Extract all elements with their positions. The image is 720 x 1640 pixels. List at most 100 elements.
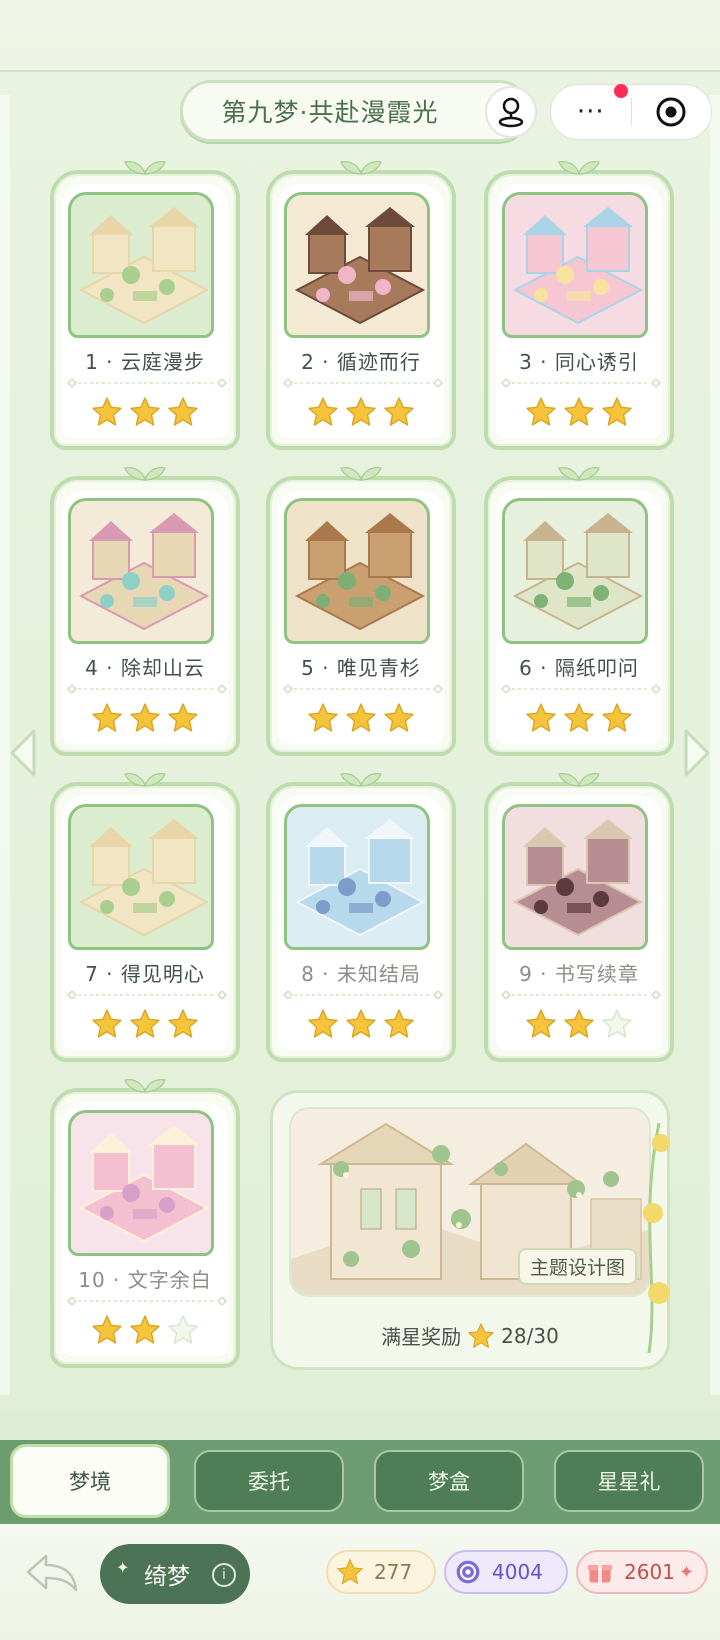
reward-progress: 满星奖励 28/30 [273,1321,667,1350]
star-rating [54,702,236,734]
level-card[interactable]: 3 · 同心诱引 [484,161,674,450]
reward-count: 28/30 [501,1323,559,1348]
person-icon[interactable] [485,86,537,138]
level-card[interactable]: 10 · 文字余白 [50,1079,240,1368]
level-title: 4 · 除却山云 [85,656,205,680]
star-filled-icon [384,397,414,426]
miniprogram-capsule: ··· [550,84,712,140]
star-rating [488,396,670,428]
star-rating [488,702,670,734]
star-filled-icon [602,703,632,732]
level-title: 9 · 书写续章 [519,962,639,986]
level-card[interactable]: 5 · 唯见青杉 [266,467,456,756]
star-filled-icon [308,1009,338,1038]
star-filled-icon [602,397,632,426]
design-tag: 主题设计图 [517,1248,637,1285]
level-thumbnail [284,804,430,950]
gem-currency-value: 4004 [492,1560,543,1584]
tab-star-gift[interactable]: 星星礼 [554,1450,704,1512]
divider-line [501,685,661,693]
leaf-ornament-icon [124,161,166,175]
divider-line [67,1297,227,1305]
level-card[interactable]: 8 · 未知结局 [266,773,456,1062]
next-page-arrow-icon[interactable] [676,725,716,781]
star-filled-icon [308,397,338,426]
divider-line [283,991,443,999]
tab-dream[interactable]: 梦境 [10,1444,170,1518]
close-target-button[interactable] [632,95,712,129]
tab-commission[interactable]: 委托 [194,1450,344,1512]
level-card[interactable]: 7 · 得见明心 [50,773,240,1062]
heart-currency[interactable]: 2601 ✦ [576,1550,708,1594]
divider-line [67,991,227,999]
back-arrow-icon[interactable] [22,1550,82,1598]
info-icon[interactable]: i [212,1563,236,1587]
chapter-title-banner: 第九梦·共赴漫霞光 [180,80,530,142]
star-filled-icon [346,1009,376,1038]
star-filled-icon [346,397,376,426]
prev-page-arrow-icon[interactable] [4,725,44,781]
star-filled-icon [168,397,198,426]
star-filled-icon [92,1009,122,1038]
star-filled-icon [384,703,414,732]
level-card[interactable]: 6 · 隔纸叩问 [484,467,674,756]
level-card[interactable]: 9 · 书写续章 [484,773,674,1062]
gem-currency-icon [456,1560,480,1584]
level-title: 5 · 唯见青杉 [301,656,421,680]
level-card[interactable]: 4 · 除却山云 [50,467,240,756]
leaf-ornament-icon [340,161,382,175]
theme-design-image: 主题设计图 [289,1107,651,1297]
star-empty-icon [602,1009,632,1038]
flower-decoration-icon [643,1122,670,1353]
player-name: 绮梦 [144,1564,190,1590]
divider-line [283,685,443,693]
level-title: 10 · 文字余白 [78,1268,212,1292]
star-rating [54,396,236,428]
leaf-ornament-icon [340,773,382,787]
level-thumbnail [284,498,430,644]
notification-dot [614,84,628,98]
gift-icon [587,1565,613,1583]
level-card[interactable]: 2 · 循迹而行 [266,161,456,450]
star-filled-icon [92,397,122,426]
star-filled-icon [168,1009,198,1038]
level-thumbnail [502,498,648,644]
star-rating [54,1314,236,1346]
target-icon [656,97,686,127]
divider-line [67,379,227,387]
star-filled-icon [384,1009,414,1038]
star-filled-icon [526,397,556,426]
add-plus-icon[interactable]: ✦ [679,1562,694,1583]
star-rating [488,1008,670,1040]
divider-line [501,379,661,387]
level-title: 6 · 隔纸叩问 [519,656,639,680]
star-filled-icon [130,397,160,426]
gem-currency[interactable]: 4004 [444,1550,568,1594]
star-filled-icon [346,703,376,732]
level-title: 3 · 同心诱引 [519,350,639,374]
star-currency[interactable]: 277 [326,1550,436,1594]
divider-line [283,379,443,387]
star-currency-icon [336,1558,364,1585]
level-thumbnail [68,804,214,950]
star-rating [270,396,452,428]
star-filled-icon [130,1009,160,1038]
star-filled-icon [168,703,198,732]
star-filled-icon [92,1315,122,1344]
star-filled-icon [526,703,556,732]
star-filled-icon [564,703,594,732]
heart-currency-value: 2601 [624,1560,675,1584]
star-rating [270,1008,452,1040]
star-currency-value: 277 [374,1560,413,1584]
full-star-reward-card[interactable]: 主题设计图 满星奖励 28/30 [270,1090,670,1370]
star-rating [54,1008,236,1040]
leaf-ornament-icon [558,161,600,175]
star-filled-icon [92,703,122,732]
tab-dream-box[interactable]: 梦盒 [374,1450,524,1512]
leaf-ornament-icon [558,467,600,481]
divider-line [501,991,661,999]
player-name-badge[interactable]: ✦ 绮梦 i [100,1544,250,1604]
star-empty-icon [168,1315,198,1344]
reward-label: 满星奖励 [381,1325,462,1349]
level-card[interactable]: 1 · 云庭漫步 [50,161,240,450]
